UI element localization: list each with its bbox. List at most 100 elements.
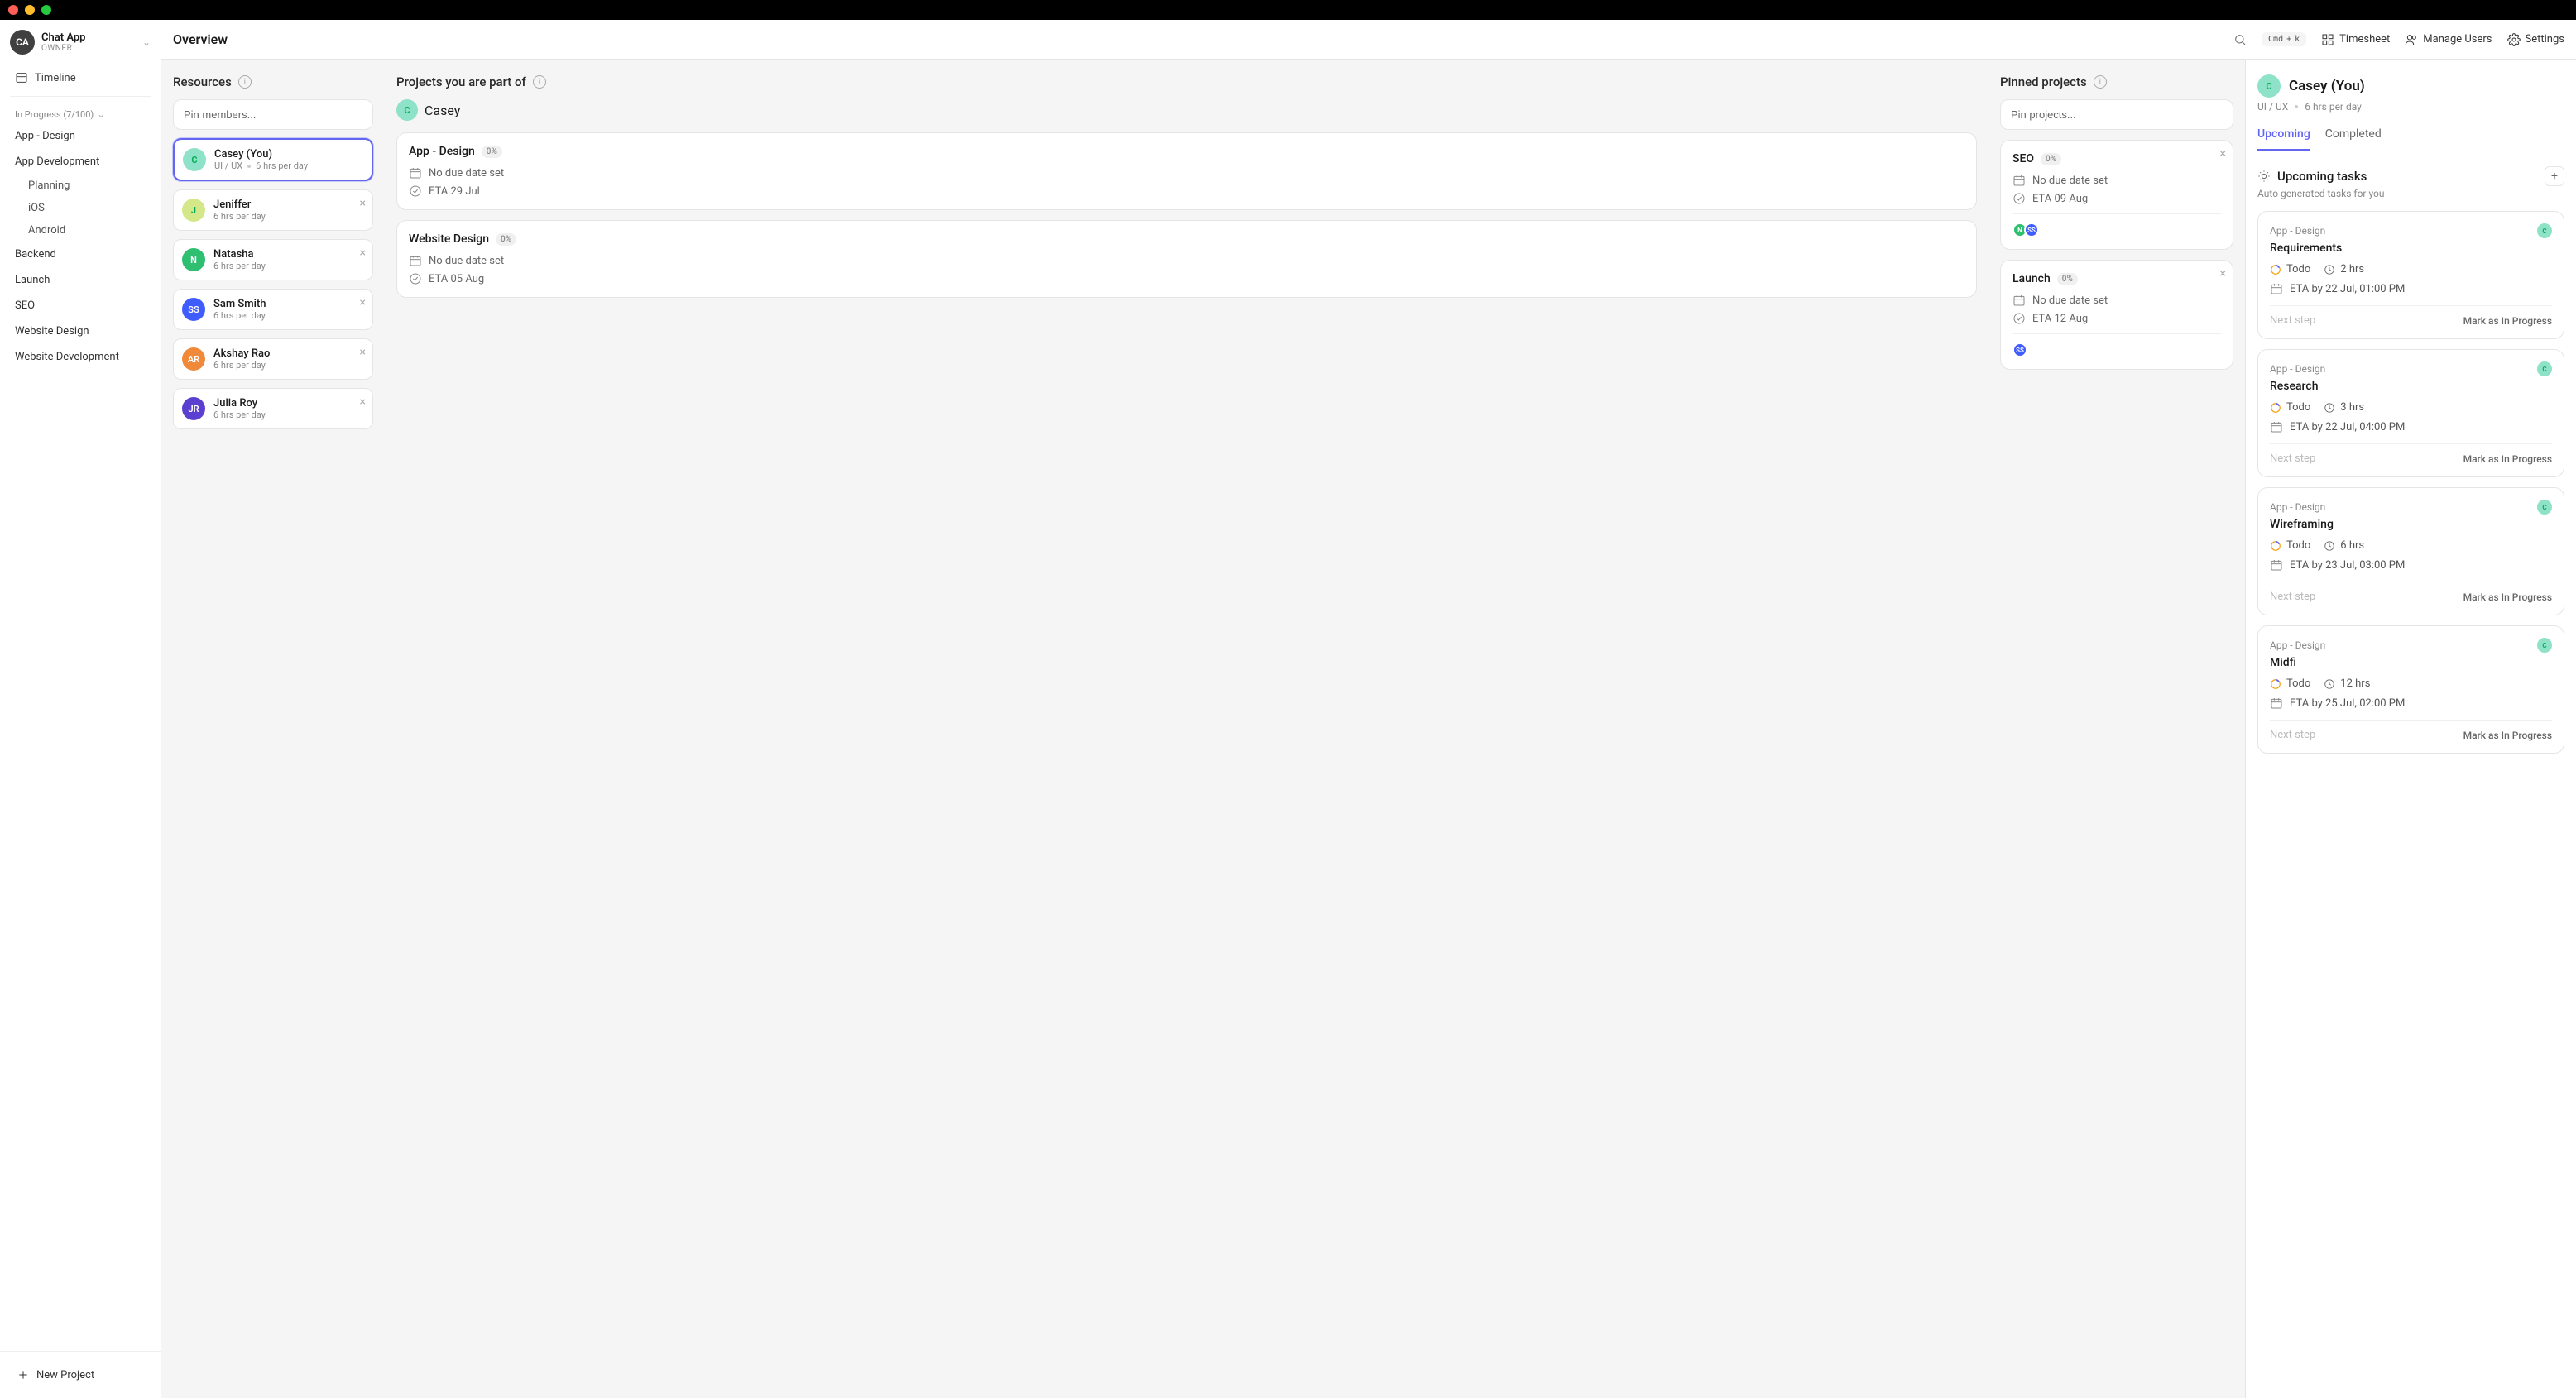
task-next-step[interactable]: Next step [2270, 452, 2315, 465]
task-eta: ETA by 22 Jul, 01:00 PM [2290, 283, 2405, 295]
workspace-switcher[interactable]: CA Chat App OWNER ⌄ [0, 20, 161, 65]
tab-upcoming[interactable]: Upcoming [2257, 127, 2310, 151]
sidebar-project[interactable]: App - Design [0, 123, 161, 149]
new-project-label: New Project [36, 1369, 94, 1381]
minimize-window-icon[interactable] [25, 5, 35, 15]
mark-in-progress-button[interactable]: Mark as In Progress [2463, 453, 2552, 465]
add-task-button[interactable]: + [2545, 166, 2564, 186]
resource-name: Natasha [213, 248, 266, 261]
resources-title: Resources [173, 74, 232, 89]
info-icon[interactable]: i [533, 75, 546, 89]
resource-avatar: JR [182, 397, 205, 420]
settings-button[interactable]: Settings [2507, 33, 2564, 46]
mark-in-progress-button[interactable]: Mark as In Progress [2463, 591, 2552, 603]
progress-badge: 0% [2041, 153, 2061, 165]
member-filter-chip[interactable]: C Casey [396, 99, 1977, 121]
project-card[interactable]: App - Design 0% No due date set ETA 29 J… [396, 132, 1977, 210]
task-status: Todo [2286, 263, 2310, 275]
progress-badge: 0% [2057, 273, 2078, 285]
sidebar-project[interactable]: Launch [0, 267, 161, 293]
pin-members-button[interactable]: Pin members... [173, 99, 373, 130]
resource-card[interactable]: SS Sam Smith 6 hrs per day × [173, 289, 373, 330]
close-window-icon[interactable] [8, 5, 18, 15]
resources-column: Resources i Pin members... C Casey (You)… [161, 60, 385, 1398]
manage-users-button[interactable]: Manage Users [2405, 33, 2492, 46]
resource-meta: 6 hrs per day [213, 211, 266, 222]
workspace-role: OWNER [41, 44, 136, 53]
task-title: Research [2270, 380, 2552, 393]
title-bar [0, 0, 2576, 20]
task-next-step[interactable]: Next step [2270, 314, 2315, 327]
member-chip-name: Casey [425, 103, 460, 118]
task-hours: 3 hrs [2340, 401, 2364, 414]
task-next-step[interactable]: Next step [2270, 591, 2315, 603]
progress-badge: 0% [496, 233, 516, 246]
search-icon[interactable] [2233, 33, 2247, 46]
sidebar-project[interactable]: Website Design [0, 318, 161, 344]
keyboard-shortcut: Cmd+k [2262, 32, 2306, 46]
resource-card[interactable]: J Jeniffer 6 hrs per day × [173, 189, 373, 231]
task-hours: 6 hrs [2340, 539, 2364, 552]
resource-card[interactable]: N Natasha 6 hrs per day × [173, 239, 373, 280]
pinned-project-card[interactable]: × Launch 0% No due date set ETA 12 Aug S… [2000, 260, 2233, 370]
resource-card[interactable]: AR Akshay Rao 6 hrs per day × [173, 338, 373, 380]
sidebar-subproject[interactable]: Android [0, 219, 161, 242]
sidebar-project[interactable]: SEO [0, 293, 161, 318]
task-eta: ETA by 25 Jul, 02:00 PM [2290, 697, 2405, 710]
projects-column: Projects you are part of i C Casey App -… [385, 60, 1988, 1398]
pinned-due: No due date set [2032, 175, 2108, 187]
calendar-icon [2270, 420, 2283, 433]
sidebar-project[interactable]: App Development [0, 149, 161, 175]
info-icon[interactable]: i [2094, 75, 2107, 89]
resource-name: Casey (You) [214, 148, 308, 160]
remove-icon[interactable]: × [360, 395, 366, 409]
task-hours: 2 hrs [2340, 263, 2364, 275]
tab-completed[interactable]: Completed [2325, 127, 2382, 151]
task-next-step[interactable]: Next step [2270, 729, 2315, 741]
task-assignee-avatar: C [2537, 638, 2552, 653]
pinned-column: Pinned projects i Pin projects... × SEO … [1988, 60, 2245, 1398]
project-eta: ETA 29 Jul [429, 185, 480, 198]
task-assignee-avatar: C [2537, 500, 2552, 515]
task-card[interactable]: App - Design C Midfi Todo 12 hrs ETA by … [2257, 625, 2564, 754]
upcoming-tasks-title: Upcoming tasks [2277, 169, 2367, 184]
calendar-icon [409, 166, 422, 180]
calendar-icon [409, 254, 422, 267]
sidebar-subproject[interactable]: Planning [0, 175, 161, 197]
workspace-avatar: CA [10, 30, 35, 55]
unpin-icon[interactable]: × [2220, 267, 2226, 280]
pinned-project-card[interactable]: × SEO 0% No due date set ETA 09 Aug NSS [2000, 140, 2233, 250]
remove-icon[interactable]: × [360, 197, 366, 210]
remove-icon[interactable]: × [360, 296, 366, 309]
info-icon[interactable]: i [238, 75, 252, 89]
new-project-button[interactable]: New Project [10, 1362, 151, 1388]
sidebar-project[interactable]: Backend [0, 242, 161, 267]
sidebar-item-timeline[interactable]: Timeline [10, 65, 151, 91]
remove-icon[interactable]: × [360, 346, 366, 359]
resource-avatar: N [182, 248, 205, 271]
timesheet-button[interactable]: Timesheet [2321, 33, 2390, 46]
sidebar-section-header[interactable]: In Progress (7/100) ⌄ [0, 102, 161, 123]
project-due: No due date set [429, 167, 504, 180]
clock-icon [2324, 540, 2335, 552]
task-card[interactable]: App - Design C Research Todo 3 hrs ETA b… [2257, 349, 2564, 477]
sidebar-project[interactable]: Website Development [0, 344, 161, 370]
unpin-icon[interactable]: × [2220, 147, 2226, 160]
mark-in-progress-button[interactable]: Mark as In Progress [2463, 730, 2552, 741]
mark-in-progress-button[interactable]: Mark as In Progress [2463, 315, 2552, 327]
resource-card[interactable]: C Casey (You) UI / UX 6 hrs per day [173, 138, 373, 181]
maximize-window-icon[interactable] [41, 5, 51, 15]
pin-projects-button[interactable]: Pin projects... [2000, 99, 2233, 130]
sidebar-subproject[interactable]: iOS [0, 197, 161, 219]
pinned-eta: ETA 12 Aug [2032, 313, 2088, 325]
resource-name: Sam Smith [213, 298, 266, 310]
upcoming-tasks-subtitle: Auto generated tasks for you [2257, 188, 2564, 199]
sidebar-section-label: In Progress (7/100) [15, 109, 94, 120]
project-card[interactable]: Website Design 0% No due date set ETA 05… [396, 220, 1977, 298]
task-card[interactable]: App - Design C Requirements Todo 2 hrs E… [2257, 211, 2564, 339]
resource-card[interactable]: JR Julia Roy 6 hrs per day × [173, 388, 373, 429]
task-card[interactable]: App - Design C Wireframing Todo 6 hrs ET… [2257, 487, 2564, 615]
remove-icon[interactable]: × [360, 247, 366, 260]
task-title: Midfi [2270, 656, 2552, 669]
task-eta: ETA by 22 Jul, 04:00 PM [2290, 421, 2405, 433]
